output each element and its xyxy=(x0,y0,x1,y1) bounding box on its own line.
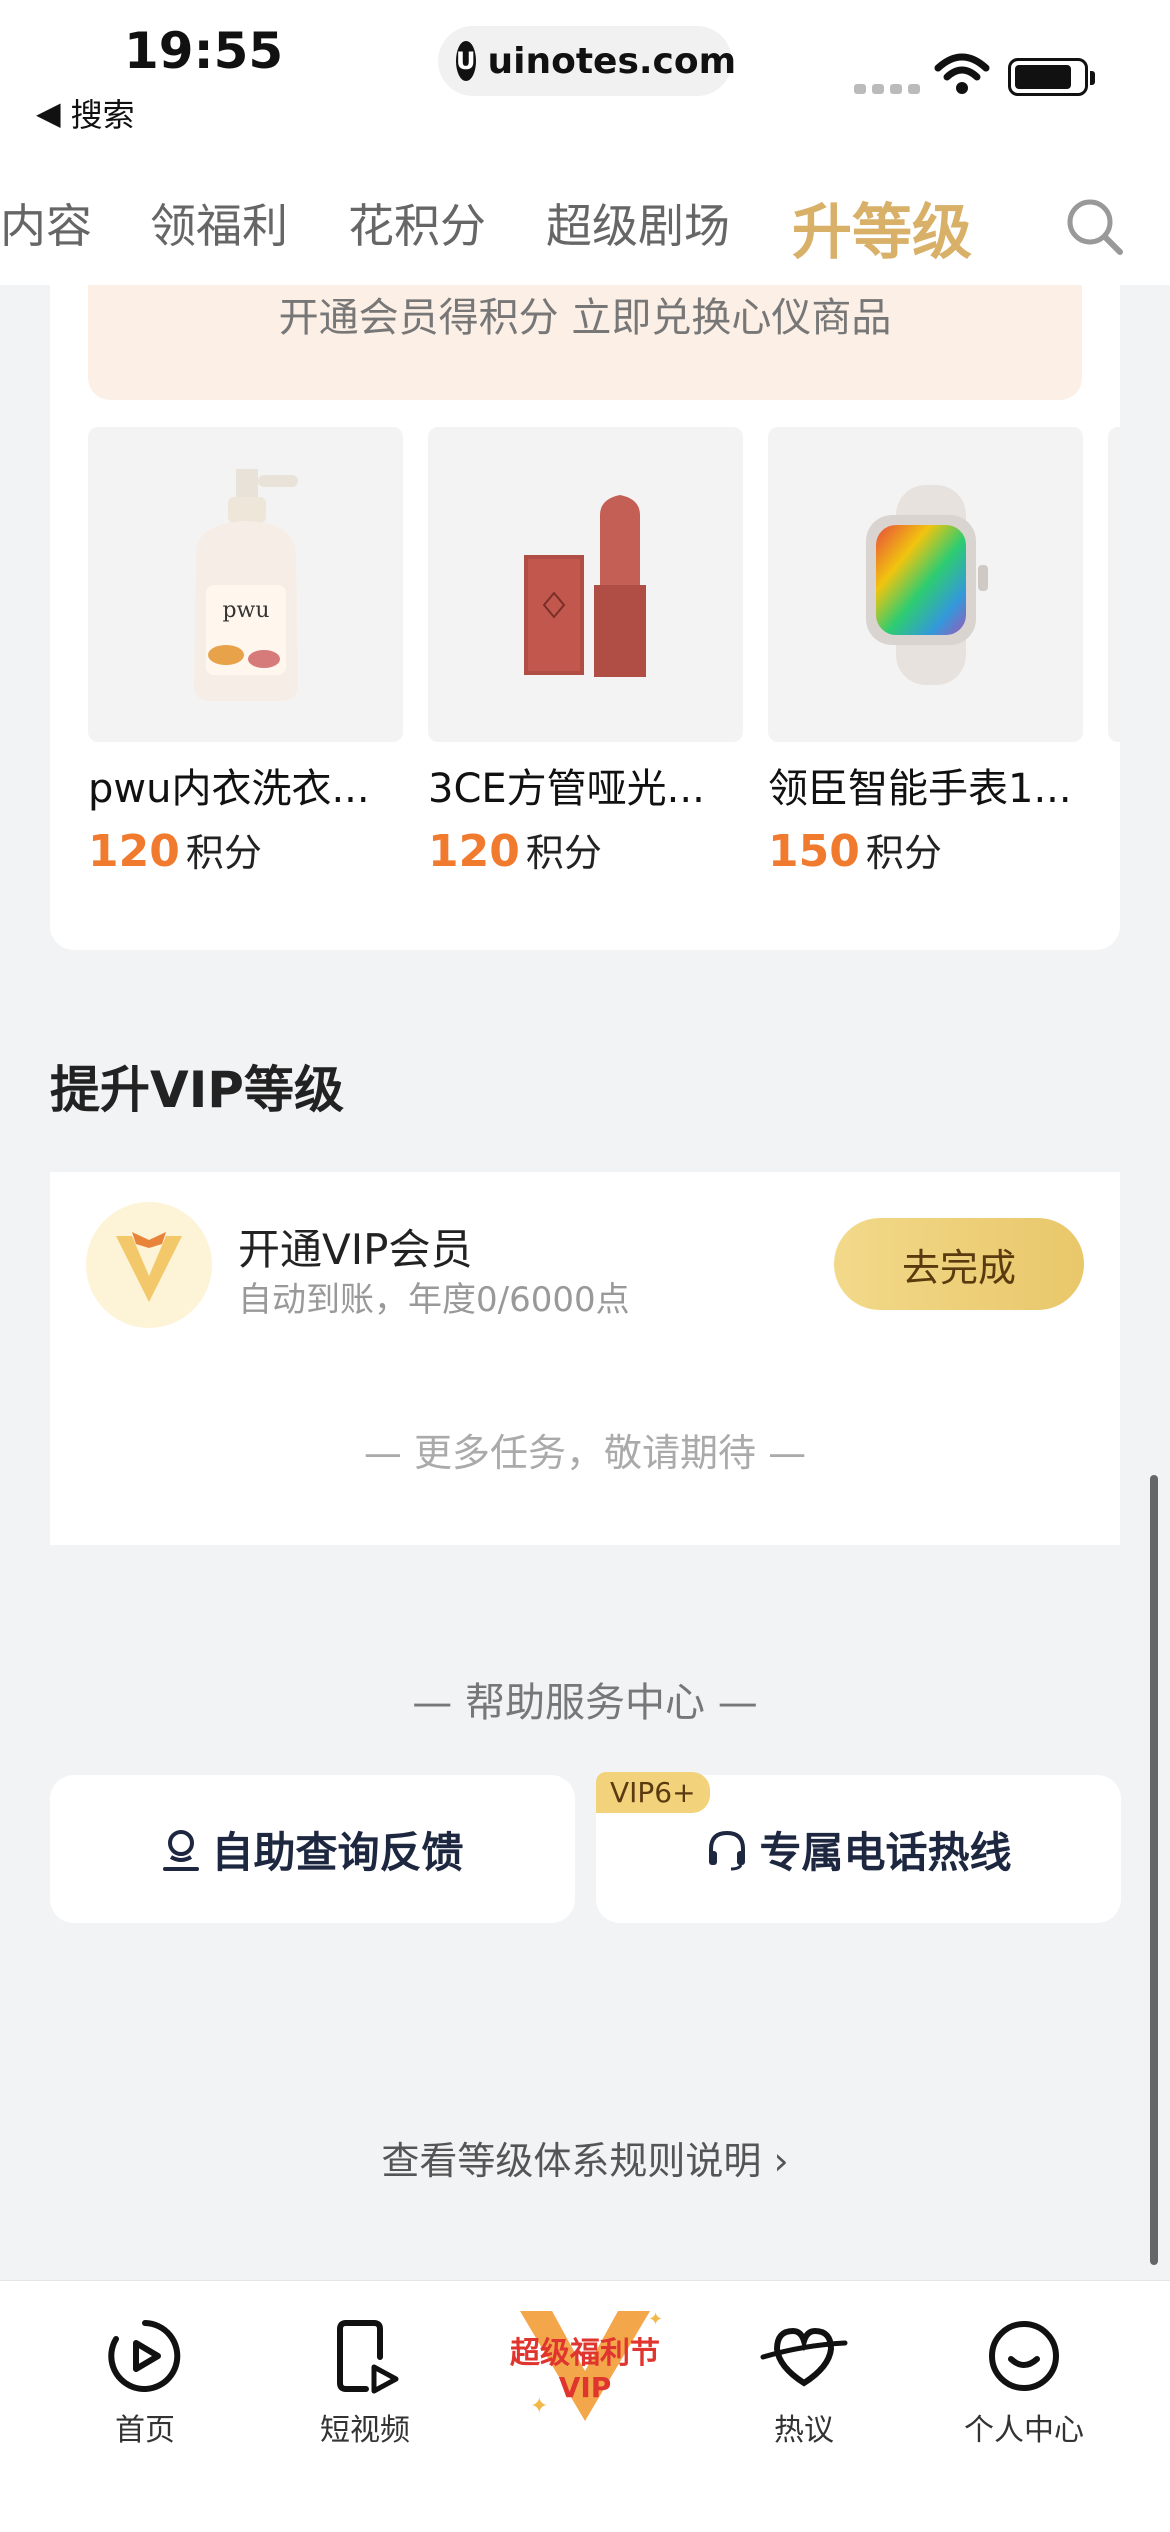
tabbar-item-trending[interactable]: 热议 xyxy=(714,2311,894,2449)
points-value: 150 xyxy=(768,826,860,877)
points-unit: 积分 xyxy=(865,831,942,875)
back-label: 搜索 xyxy=(70,96,135,134)
tab-content[interactable]: 内容 xyxy=(0,190,92,256)
product-points: 120 积分 xyxy=(88,822,403,877)
play-home-icon xyxy=(108,2320,181,2392)
product-image xyxy=(1108,427,1120,742)
product-name: pwu内衣洗衣... xyxy=(88,766,370,812)
svg-text:✦: ✦ xyxy=(648,2309,663,2330)
badge-text-line1: 超级福利节 xyxy=(510,2336,660,2371)
product-image-lipstick xyxy=(428,427,743,742)
product-card[interactable]: 领臣智能手表1... 150 积分 xyxy=(768,427,1083,877)
top-nav: 内容 领福利 花积分 超级剧场 升等级 xyxy=(0,150,1170,285)
short-video-icon xyxy=(337,2320,399,2394)
tabbar-item-home[interactable]: 首页 xyxy=(55,2311,235,2449)
back-to-search-button[interactable]: ◀ 搜索 xyxy=(36,90,135,136)
vip-task-card: 开通VIP会员 自动到账，年度0/6000点 去完成 — 更多任务，敬请期待 — xyxy=(50,1172,1120,1545)
status-bar: 19:55 ◀ 搜索 U uinotes.com xyxy=(0,0,1170,150)
points-value: 120 xyxy=(88,826,180,877)
scrollbar[interactable] xyxy=(1150,1475,1158,2265)
product-name: 领臣智能手表1... xyxy=(768,766,1072,812)
back-triangle-icon: ◀ xyxy=(36,94,61,132)
signal-icon xyxy=(854,84,920,94)
section-title-vip: 提升VIP等级 xyxy=(50,1061,344,1119)
task-title: 开通VIP会员 xyxy=(238,1225,473,1274)
wifi-icon xyxy=(934,53,990,94)
tabbar-label: 首页 xyxy=(115,2413,175,2448)
hotline-label: 专属电话热线 xyxy=(759,1827,1012,1877)
tab-spend-points[interactable]: 花积分 xyxy=(348,190,486,256)
site-logo-icon: U xyxy=(456,41,476,81)
complete-task-button[interactable]: 去完成 xyxy=(834,1218,1084,1310)
super-welfare-festival-badge[interactable]: 超级福利节 VIP ✦ ✦ xyxy=(500,2301,670,2431)
product-card[interactable]: 3CE方管哑光... 120 积分 xyxy=(428,427,743,877)
vip-v-icon xyxy=(86,1202,212,1328)
product-list: pwu pwu内衣洗衣... 120积分 3CE方管哑光... 120积分 xyxy=(88,427,1120,877)
planet-trending-icon xyxy=(760,2327,848,2387)
self-service-feedback-button[interactable]: 自助查询反馈 xyxy=(50,1775,575,1923)
tabbar-label: 个人中心 xyxy=(964,2413,1084,2448)
product-image-smartwatch xyxy=(768,427,1083,742)
feedback-user-icon xyxy=(163,1830,200,1871)
points-unit: 积分 xyxy=(525,831,602,875)
rewards-banner[interactable]: 开通会员得积分 立即兑换心仪商品 xyxy=(88,285,1082,400)
task-subtitle: 自动到账，年度0/6000点 xyxy=(238,1280,630,1320)
url-text: uinotes.com xyxy=(487,40,737,82)
tab-upgrade-level[interactable]: 升等级 xyxy=(792,184,972,271)
points-unit: 积分 xyxy=(185,831,262,875)
product-points: 150 积分 xyxy=(768,822,1083,877)
smiley-profile-icon xyxy=(989,2321,1059,2391)
svg-text:✦: ✦ xyxy=(530,2394,548,2419)
product-name: 3CE方管哑光... xyxy=(428,766,705,812)
product-card[interactable]: pwu pwu内衣洗衣... 120 积分 xyxy=(88,427,403,877)
help-center-title: — 帮助服务中心 — xyxy=(412,1680,758,1726)
svg-text:pwu: pwu xyxy=(222,598,269,623)
url-bar[interactable]: U uinotes.com xyxy=(438,26,736,96)
more-tasks-note: — 更多任务，敬请期待 — xyxy=(363,1431,807,1475)
tab-benefits[interactable]: 领福利 xyxy=(150,190,288,256)
tabbar-label: 短视频 xyxy=(320,2413,410,2448)
clock: 19:55 xyxy=(124,22,284,80)
bottom-tab-bar: 首页 短视频 超级福利节 VIP ✦ ✦ 热议 个人中心 xyxy=(0,2280,1170,2532)
search-icon[interactable] xyxy=(1062,194,1126,258)
tab-super-theater[interactable]: 超级剧场 xyxy=(546,190,730,256)
badge-text-line2: VIP xyxy=(559,2371,612,2404)
headset-icon xyxy=(709,1830,746,1871)
product-card-partial[interactable] xyxy=(1108,427,1120,877)
tabbar-item-profile[interactable]: 个人中心 xyxy=(934,2311,1114,2449)
product-points: 120 积分 xyxy=(428,822,743,877)
points-value: 120 xyxy=(428,826,520,877)
level-rules-link[interactable]: 查看等级体系规则说明 › xyxy=(0,2130,1170,2185)
product-image-detergent: pwu xyxy=(88,427,403,742)
vip6-badge: VIP6+ xyxy=(596,1772,710,1813)
tabbar-label: 热议 xyxy=(774,2413,834,2448)
points-rewards-card: 开通会员得积分 立即兑换心仪商品 pwu pwu内衣洗衣... 120 积分 3… xyxy=(50,285,1120,950)
self-service-label: 自助查询反馈 xyxy=(211,1827,464,1877)
battery-icon xyxy=(1008,58,1095,96)
tabbar-item-short-video[interactable]: 短视频 xyxy=(275,2311,455,2449)
